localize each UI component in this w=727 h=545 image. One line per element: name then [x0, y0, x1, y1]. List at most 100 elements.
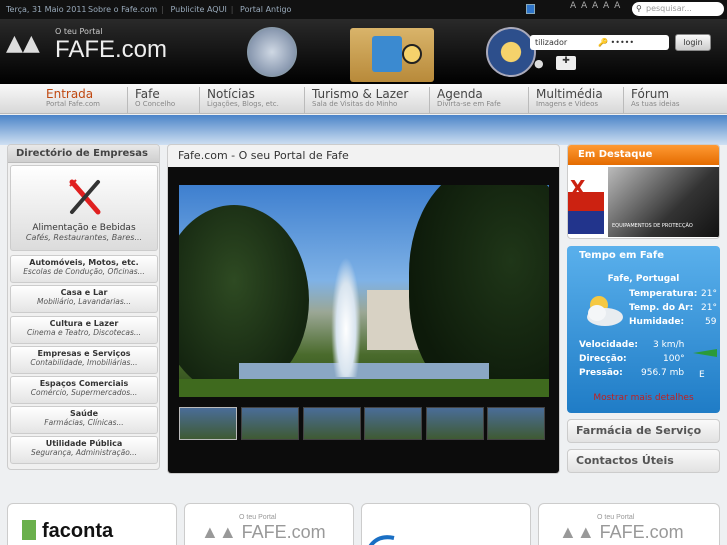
nav-subtitle: Imagens e Videos	[536, 100, 599, 108]
directory-item[interactable]: Automóveis, Motos, etc. Escolas de Condu…	[10, 255, 158, 283]
nav-title: Multimédia	[536, 87, 603, 101]
item-desc: Segurança, Administração...	[31, 448, 137, 457]
humidity-label: Humidade:	[629, 317, 685, 327]
thumbnail[interactable]	[179, 407, 237, 440]
logo-text: FAFE.com	[599, 522, 684, 542]
directory-title: Directório de Empresas	[8, 145, 159, 163]
directory-item[interactable]: Saúde Farmácias, Clínicas...	[10, 406, 158, 434]
wind-compass: E	[699, 370, 705, 380]
nav-forum[interactable]: Fórum As tuas ideias	[623, 87, 680, 113]
fork-knife-icon	[69, 179, 101, 215]
air-temp-value: 21°	[701, 303, 717, 313]
gallery-title: Fafe.com - O seu Portal de Fafe	[178, 149, 349, 162]
feature-desc: Cafés, Restaurantes, Bares...	[25, 233, 143, 242]
wind-flag-icon	[693, 349, 717, 357]
thumbnail[interactable]	[487, 407, 545, 440]
weather-more-link[interactable]: Mostrar mais detalhes	[567, 393, 720, 403]
contacts-box[interactable]: Contactos Úteis	[567, 449, 720, 473]
nav-agenda[interactable]: Agenda Divirta-se em Fafe	[429, 87, 501, 113]
weather-title: Tempo em Fafe	[579, 250, 665, 261]
fafe-logo: O teu Portal ▲▲ FAFE.com	[559, 514, 684, 542]
wind-speed-label: Velocidade:	[579, 340, 638, 350]
link-publicite[interactable]: Publicite AQUI	[170, 5, 226, 14]
password-input[interactable]: 🔑 •••••	[593, 35, 669, 50]
ad-banner-left[interactable]: X	[568, 174, 604, 234]
directory-item[interactable]: Empresas e Serviços Contabilidade, Imobi…	[10, 346, 158, 374]
ad-banner-right[interactable]: EQUIPAMENTOS DE PROTECÇÃO	[608, 167, 719, 237]
logo-small-text: O teu Portal	[597, 514, 635, 521]
logo-tagline: O teu Portal	[55, 27, 103, 36]
nav-title: Fafe	[135, 87, 160, 101]
item-name: Espaços Comerciais	[39, 379, 129, 388]
search-placeholder: pesquisar...	[646, 4, 692, 13]
item-name: Utilidade Pública	[45, 439, 123, 448]
pressure-label: Pressão:	[579, 368, 623, 378]
air-temp-label: Temp. do Ar:	[629, 303, 694, 313]
top-links: Sobre o Fafe.com | Publicite AQUI | Portal…	[88, 5, 292, 14]
decorative-band	[0, 115, 727, 145]
faconta-logo: faconta	[22, 520, 113, 543]
user-icon[interactable]: ●	[534, 57, 544, 70]
nav-noticias[interactable]: Notícias Ligações, Blogs, etc.	[199, 87, 279, 113]
sponsor-fafe[interactable]: O teu Portal ▲▲ FAFE.com	[184, 503, 354, 545]
sponsor-fafe-2[interactable]: O teu Portal ▲▲ FAFE.com	[538, 503, 720, 545]
directory-item[interactable]: Casa e Lar Mobiliário, Lavandarias...	[10, 285, 158, 313]
anniversary-emblem-icon[interactable]	[486, 27, 536, 77]
nav-subtitle: Portal Fafe.com	[46, 100, 100, 108]
featured-panel: Em Destaque X EQUIPAMENTOS DE PROTECÇÃO	[567, 144, 720, 239]
ad-text: EQUIPAMENTOS DE PROTECÇÃO	[612, 223, 693, 229]
item-desc: Escolas de Condução, Oficinas...	[23, 267, 145, 276]
temperature-label: Temperatura:	[629, 289, 698, 299]
temperature-value: 21°	[701, 289, 717, 299]
directory-feature-food[interactable]: Alimentação e Bebidas Cafés, Restaurante…	[10, 165, 158, 251]
link-portal-antigo[interactable]: Portal Antigo	[240, 5, 291, 14]
weather-place: Fafe, Portugal	[607, 274, 680, 284]
language-flag-icon[interactable]	[526, 4, 535, 14]
dove-emblem-icon[interactable]	[247, 27, 297, 77]
top-bar: Terça, 31 Maio 2011 Sobre o Fafe.com | Pu…	[0, 0, 727, 19]
directory-item[interactable]: Utilidade Pública Segurança, Administraç…	[10, 436, 158, 464]
nav-fafe[interactable]: Fafe O Concelho	[127, 87, 175, 113]
business-directory: Directório de Empresas Alimentação e Beb…	[7, 144, 160, 470]
thumbnail-strip	[179, 407, 549, 441]
humidity-value: 59	[705, 317, 717, 327]
nav-title: Turismo & Lazer	[312, 87, 409, 101]
register-icon[interactable]: ✚	[556, 56, 576, 70]
nav-subtitle: Divirta-se em Fafe	[437, 100, 501, 108]
logo-text: FAFE.com	[241, 522, 326, 542]
nav-subtitle: Sala de Visitas do Minho	[312, 100, 398, 108]
directory-item[interactable]: Cultura e Lazer Cinema e Teatro, Discote…	[10, 316, 158, 344]
wind-direction-value: 100°	[663, 354, 685, 364]
item-desc: Comércio, Supermercados...	[30, 388, 138, 397]
sponsor-faconta[interactable]: faconta	[7, 503, 177, 545]
faconta-text: faconta	[42, 520, 114, 542]
login-button[interactable]: login	[675, 34, 711, 51]
site-logo[interactable]: FAFE.com	[55, 36, 167, 64]
nav-turismo[interactable]: Turismo & Lazer Sala de Visitas do Minho	[304, 87, 409, 113]
thumbnail[interactable]	[426, 407, 484, 440]
nav-title: Notícias	[207, 87, 255, 101]
thumbnail[interactable]	[241, 407, 299, 440]
main-photo[interactable]	[179, 185, 549, 397]
directory-item[interactable]: Espaços Comerciais Comércio, Supermercad…	[10, 376, 158, 404]
pharmacy-box[interactable]: Farmácia de Serviço	[567, 419, 720, 443]
wind-direction-label: Direcção:	[579, 354, 627, 364]
sponsor-card[interactable]	[361, 503, 531, 545]
shopping-bag-banner[interactable]	[350, 28, 434, 82]
password-value: •••••	[610, 38, 635, 47]
nav-entrada[interactable]: Entrada Portal Fafe.com	[46, 87, 100, 113]
main-nav: Entrada Portal Fafe.com Fafe O Concelho …	[0, 84, 727, 114]
thumbnail[interactable]	[303, 407, 361, 440]
logo-small-text: O teu Portal	[239, 514, 277, 521]
pressure-value: 956.7 mb	[641, 368, 685, 378]
fafe-logo: O teu Portal ▲▲ FAFE.com	[201, 514, 326, 542]
mountain-logo-icon[interactable]: ▲▲	[6, 31, 40, 56]
nav-multimedia[interactable]: Multimédia Imagens e Videos	[528, 87, 603, 113]
search-input[interactable]: ⚲ pesquisar...	[632, 2, 724, 16]
font-size-controls[interactable]: A A A A A	[570, 1, 621, 11]
nav-title: Entrada	[46, 87, 94, 101]
link-sobre[interactable]: Sobre o Fafe.com	[88, 5, 157, 14]
sponsor-logo-icon	[368, 535, 395, 545]
item-desc: Contabilidade, Imobiliárias...	[30, 358, 138, 367]
thumbnail[interactable]	[364, 407, 422, 440]
